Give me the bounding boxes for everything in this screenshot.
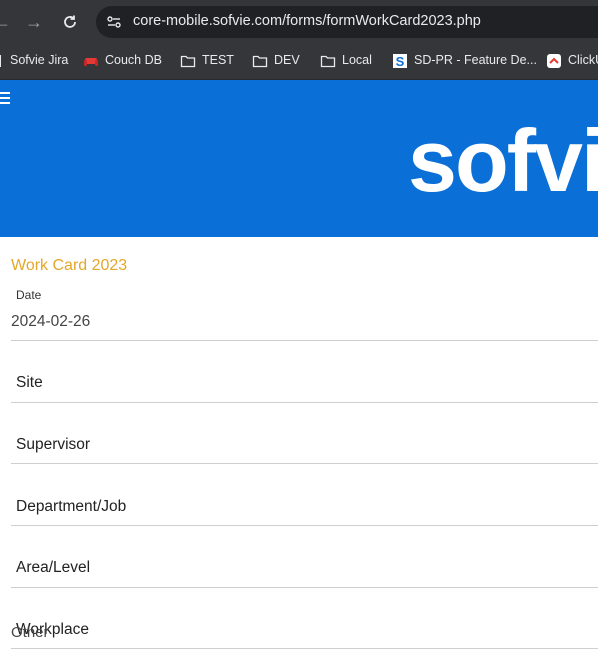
workplace-field[interactable]: Workplace xyxy=(11,610,598,649)
area-level-field[interactable]: Area/Level xyxy=(11,548,598,588)
clickup-icon xyxy=(547,54,561,68)
browser-toolbar: ← → core-mobile.sofvie.com/forms/formWor… xyxy=(0,0,598,44)
bookmark-label: Couch DB xyxy=(105,53,162,67)
department-job-field-label: Department/Job xyxy=(16,498,127,515)
bookmark-label: DEV xyxy=(274,53,300,67)
folder-icon xyxy=(252,55,268,68)
supervisor-field[interactable]: Supervisor xyxy=(11,425,598,464)
couch-icon xyxy=(84,58,98,66)
bookmark-label: Local xyxy=(342,53,372,67)
address-bar[interactable]: core-mobile.sofvie.com/forms/formWorkCar… xyxy=(96,6,598,38)
page-icon xyxy=(0,55,1,67)
brand-logo: sofvi xyxy=(408,111,598,210)
bookmark-label: ClickU xyxy=(568,53,598,67)
supervisor-field-label: Supervisor xyxy=(16,436,91,453)
svg-text:S: S xyxy=(396,54,405,69)
sofvie-s-icon: S xyxy=(393,54,407,69)
folder-icon xyxy=(180,55,196,68)
bookmark-label: Sofvie Jira xyxy=(10,53,69,67)
site-field[interactable]: Site xyxy=(11,364,598,403)
area-level-field-label: Area/Level xyxy=(16,559,91,576)
bookmarks-bar: Sofvie Jira Couch DB TEST DEV Local S SD… xyxy=(0,44,598,80)
site-settings-icon[interactable] xyxy=(106,14,122,30)
url-text[interactable]: core-mobile.sofvie.com/forms/formWorkCar… xyxy=(133,13,481,29)
date-field-underline xyxy=(11,340,598,341)
reload-icon[interactable] xyxy=(60,12,80,32)
department-job-field[interactable]: Department/Job xyxy=(11,487,598,526)
form-title: Work Card 2023 xyxy=(11,257,128,274)
header-banner: sofvi xyxy=(0,80,598,237)
other-label: Other xyxy=(11,624,49,641)
date-field[interactable]: 2024-02-26 xyxy=(11,313,90,331)
bookmark-label: TEST xyxy=(202,53,234,67)
bookmark-label: SD-PR - Feature De... xyxy=(414,53,537,67)
site-field-label: Site xyxy=(16,374,43,391)
forward-arrow-icon[interactable]: → xyxy=(24,12,44,32)
date-label: Date xyxy=(16,288,42,302)
back-arrow-icon[interactable]: ← xyxy=(0,12,12,32)
folder-icon xyxy=(320,55,336,68)
menu-icon[interactable] xyxy=(0,92,10,104)
